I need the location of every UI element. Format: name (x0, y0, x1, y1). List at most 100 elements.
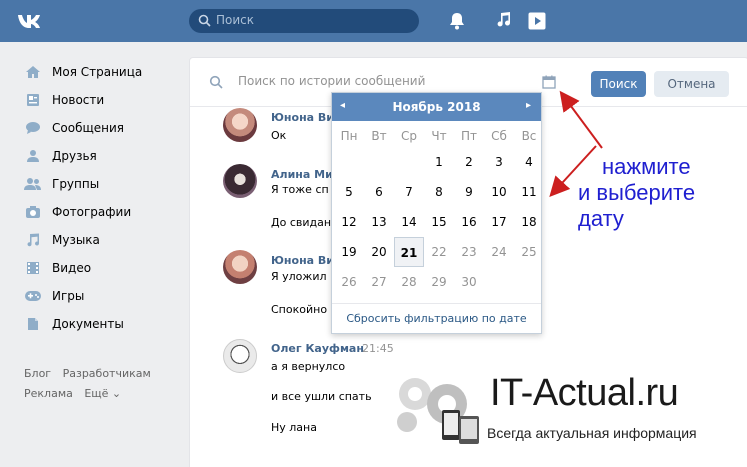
camera-icon (24, 204, 42, 220)
calendar-day[interactable]: 17 (484, 207, 514, 237)
calendar-day[interactable]: 24 (484, 237, 514, 267)
message-author[interactable]: Юнона Ви (271, 254, 334, 267)
calendar-day[interactable]: 19 (334, 237, 364, 267)
search-icon (209, 75, 223, 89)
calendar-day[interactable]: 14 (394, 207, 424, 237)
calendar-day[interactable]: 20 (364, 237, 394, 267)
calendar-day[interactable]: 1 (424, 147, 454, 177)
sidebar-item-label: Видео (52, 261, 92, 275)
calendar-day[interactable]: 4 (514, 147, 544, 177)
calendar-day[interactable]: 6 (364, 177, 394, 207)
sidebar-item-games[interactable]: Игры (18, 282, 178, 310)
music-note-icon[interactable] (496, 11, 512, 29)
annotation-text: нажмите и выберите дату (578, 154, 695, 232)
top-bar: Поиск (0, 0, 747, 42)
player-play-icon[interactable] (528, 12, 546, 30)
reset-date-filter-link[interactable]: Сбросить фильтрацию по дате (332, 303, 541, 333)
message-text: и все ушли спать (271, 390, 372, 403)
calendar-day[interactable]: 29 (424, 267, 454, 297)
link-ads[interactable]: Реклама (24, 387, 73, 400)
calendar-week-row: 1234 (334, 147, 544, 177)
calendar-day[interactable]: 7 (394, 177, 424, 207)
calendar-week-row: 5 6 7 8 9 10 11 (334, 177, 544, 207)
messages-icon (24, 120, 42, 136)
avatar[interactable] (223, 164, 257, 198)
avatar[interactable] (223, 108, 257, 142)
calendar-day[interactable]: 26 (334, 267, 364, 297)
date-picker-calendar: ◂ Ноябрь 2018 ▸ Пн Вт Ср Чт Пт Сб Вс 123… (331, 92, 542, 334)
calendar-day[interactable]: 12 (334, 207, 364, 237)
friend-icon (24, 148, 42, 164)
gamepad-icon (24, 288, 42, 304)
calendar-day[interactable]: 30 (454, 267, 484, 297)
calendar-header: ◂ Ноябрь 2018 ▸ (332, 93, 541, 121)
cancel-button[interactable]: Отмена (654, 71, 729, 97)
search-button[interactable]: Поиск (591, 71, 646, 97)
left-sidebar: Моя Страница Новости Сообщения Друзья Гр… (18, 58, 178, 338)
sidebar-item-music[interactable]: Музыка (18, 226, 178, 254)
calendar-day[interactable]: 3 (484, 147, 514, 177)
sidebar-item-label: Группы (52, 177, 100, 191)
calendar-day (364, 147, 394, 177)
calendar-day[interactable]: 5 (334, 177, 364, 207)
document-icon (24, 316, 42, 332)
link-blog[interactable]: Блог (24, 367, 51, 380)
sidebar-item-label: Новости (52, 93, 105, 107)
video-icon (24, 260, 42, 276)
sidebar-item-friends[interactable]: Друзья (18, 142, 178, 170)
calendar-week-row: 26 27 28 29 30 (334, 267, 544, 297)
sidebar-item-photos[interactable]: Фотографии (18, 198, 178, 226)
watermark: IT-Actual.ru Всегда актуальная информаци… (387, 370, 732, 450)
calendar-day[interactable]: 22 (424, 237, 454, 267)
sidebar-item-label: Моя Страница (52, 65, 143, 79)
bell-icon[interactable] (449, 12, 465, 30)
message-text: До свидан (271, 216, 332, 229)
history-search-input[interactable]: Поиск по истории сообщений (238, 74, 425, 88)
news-icon (24, 92, 42, 108)
calendar-day (394, 147, 424, 177)
calendar-day[interactable]: 13 (364, 207, 394, 237)
sidebar-item-label: Музыка (52, 233, 100, 247)
weekday-row: Пн Вт Ср Чт Пт Сб Вс (334, 129, 544, 143)
calendar-day[interactable]: 10 (484, 177, 514, 207)
message-time: 21:45 (362, 342, 394, 355)
calendar-day[interactable]: 21 (394, 237, 424, 267)
calendar-day[interactable]: 15 (424, 207, 454, 237)
sidebar-item-news[interactable]: Новости (18, 86, 178, 114)
music-icon (24, 232, 42, 248)
weekday-label: Ср (401, 129, 417, 143)
watermark-subtitle: Всегда актуальная информация (487, 425, 697, 441)
calendar-day[interactable]: 27 (364, 267, 394, 297)
sidebar-item-messages[interactable]: Сообщения (18, 114, 178, 142)
groups-icon (24, 176, 42, 192)
sidebar-item-groups[interactable]: Группы (18, 170, 178, 198)
header-search-input[interactable]: Поиск (189, 9, 419, 33)
message-author[interactable]: Олег Кауфман (271, 342, 364, 355)
avatar[interactable] (223, 250, 257, 284)
sidebar-item-documents[interactable]: Документы (18, 310, 178, 338)
calendar-day[interactable]: 8 (424, 177, 454, 207)
search-icon (198, 14, 211, 27)
calendar-day[interactable]: 2 (454, 147, 484, 177)
message-author[interactable]: Алина Ми (271, 168, 333, 181)
calendar-day[interactable]: 25 (514, 237, 544, 267)
calendar-day[interactable]: 16 (454, 207, 484, 237)
sidebar-item-label: Сообщения (52, 121, 125, 135)
link-developers[interactable]: Разработчикам (63, 367, 151, 380)
sidebar-item-my-page[interactable]: Моя Страница (18, 58, 178, 86)
message-author[interactable]: Юнона Ви (271, 111, 334, 124)
avatar[interactable] (223, 339, 257, 373)
calendar-day[interactable]: 9 (454, 177, 484, 207)
gears-logo-icon (397, 378, 479, 444)
weekday-label: Пн (340, 129, 358, 143)
vk-logo-icon[interactable] (16, 8, 42, 34)
link-more[interactable]: Ещё ⌄ (84, 387, 121, 400)
calendar-day[interactable]: 11 (514, 177, 544, 207)
sidebar-item-video[interactable]: Видео (18, 254, 178, 282)
calendar-icon[interactable] (542, 75, 556, 89)
calendar-day[interactable]: 23 (454, 237, 484, 267)
next-month-button[interactable]: ▸ (526, 100, 531, 111)
calendar-day[interactable]: 18 (514, 207, 544, 237)
calendar-day (484, 267, 514, 297)
calendar-day[interactable]: 28 (394, 267, 424, 297)
